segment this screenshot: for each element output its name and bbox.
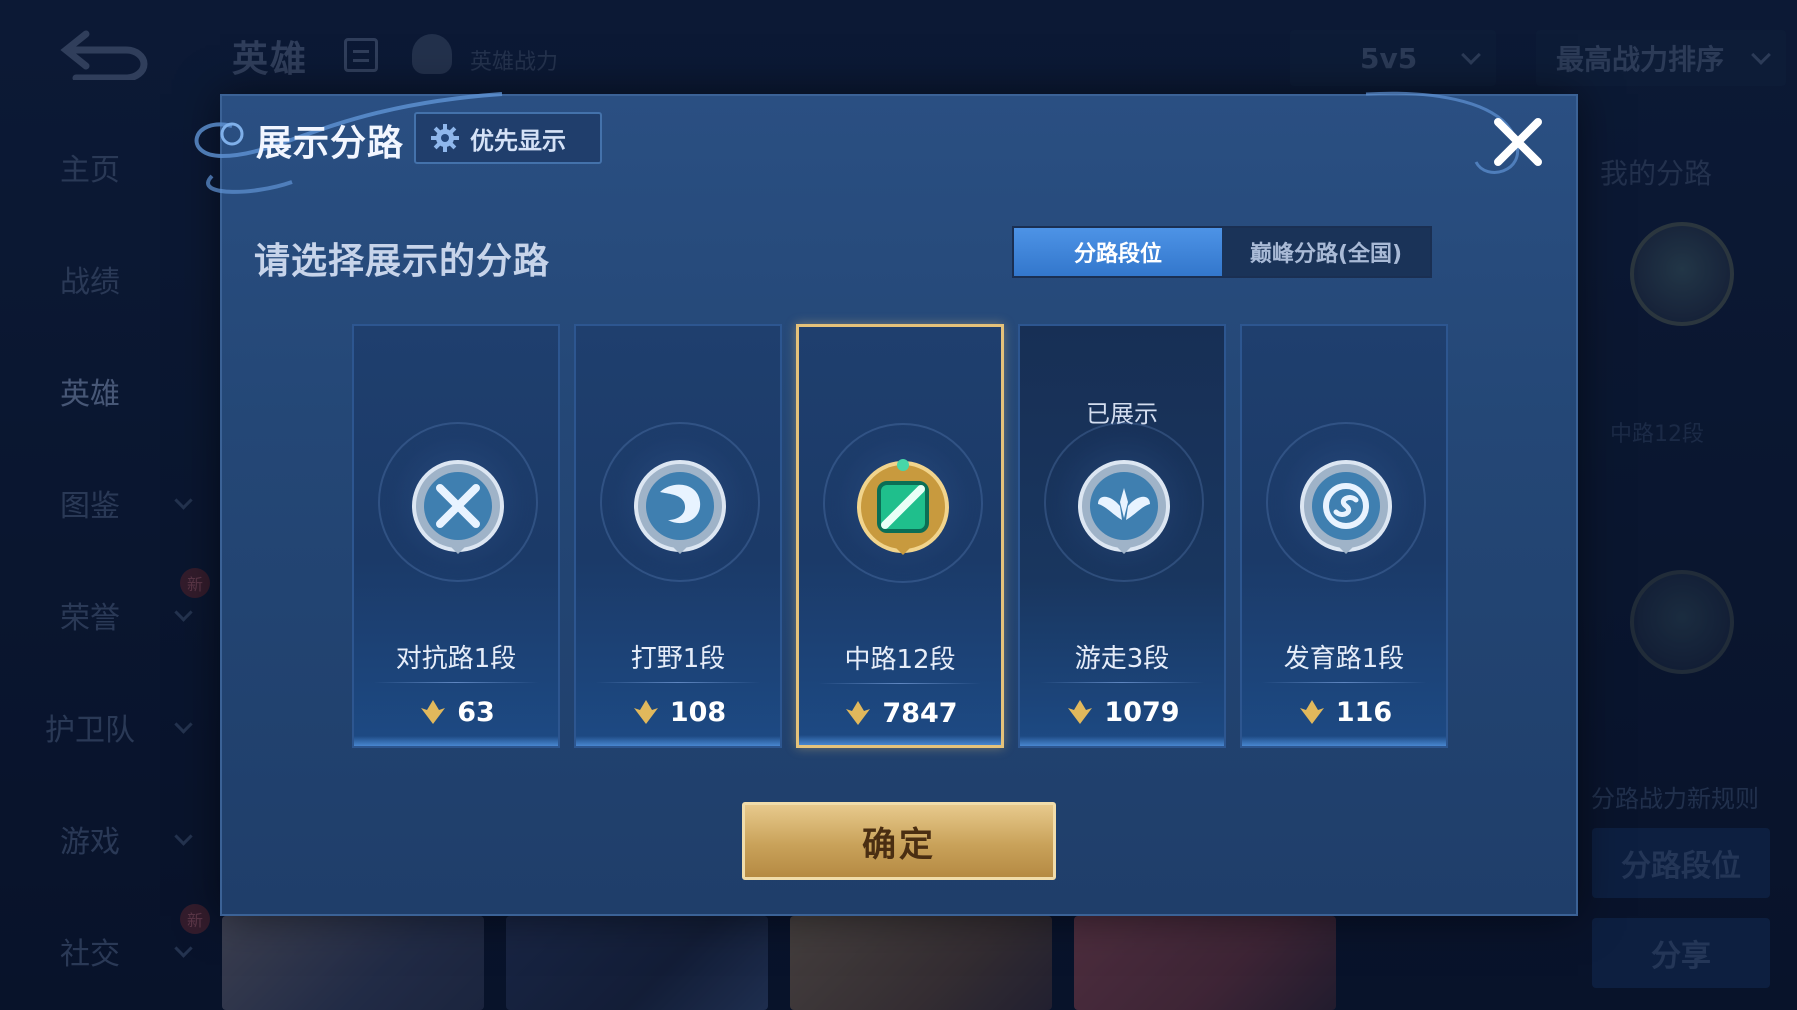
points-icon bbox=[633, 700, 658, 724]
lane-card-roam[interactable]: 已展示 游走3段 1079 bbox=[1018, 324, 1226, 748]
priority-display-label: 优先显示 bbox=[470, 126, 566, 155]
mid-lane-emblem-icon bbox=[857, 459, 949, 555]
card-glow bbox=[799, 735, 1001, 745]
card-glow bbox=[1020, 736, 1224, 746]
card-glow bbox=[354, 736, 558, 746]
card-glow bbox=[1242, 736, 1446, 746]
divider bbox=[1262, 682, 1426, 683]
points-icon bbox=[421, 700, 446, 724]
lane-card-clash[interactable]: 对抗路1段 63 bbox=[352, 324, 560, 748]
lane-card-list: 对抗路1段 63 打野1段 108 中路12段 7847 已展示 游走3段 10… bbox=[352, 324, 1448, 748]
lane-display-dialog: 展示分路 优先显示 请选择展示的分路 分路段位 巅峰分路(全国) 对抗路1段 6… bbox=[194, 91, 1578, 916]
lane-points: 116 bbox=[1242, 696, 1446, 728]
divider bbox=[1040, 682, 1204, 683]
lane-type-tabs: 分路段位 巅峰分路(全国) bbox=[1012, 226, 1432, 278]
dialog-title: 展示分路 bbox=[256, 123, 405, 164]
roam-wings-emblem-icon bbox=[1078, 460, 1170, 554]
lane-name: 打野1段 bbox=[630, 644, 726, 674]
dialog-subtitle: 请选择展示的分路 bbox=[254, 241, 551, 282]
lane-points: 108 bbox=[576, 696, 780, 728]
divider bbox=[374, 682, 538, 683]
tab-lane-rank[interactable]: 分路段位 bbox=[1014, 228, 1222, 276]
priority-display-button[interactable]: 优先显示 bbox=[414, 112, 602, 164]
lane-name: 游走3段 bbox=[1074, 644, 1170, 674]
farm-lane-emblem-icon bbox=[1300, 460, 1392, 554]
lane-card-jungle[interactable]: 打野1段 108 bbox=[574, 324, 782, 748]
lane-points-value: 63 bbox=[457, 696, 495, 728]
lane-points-value: 108 bbox=[669, 696, 727, 728]
confirm-button[interactable]: 确定 bbox=[742, 802, 1056, 880]
lane-points: 63 bbox=[354, 696, 558, 728]
gear-icon bbox=[431, 124, 459, 152]
lane-points: 7847 bbox=[799, 697, 1001, 729]
clash-lane-emblem-icon bbox=[412, 460, 504, 554]
card-glow bbox=[576, 736, 780, 746]
points-icon bbox=[1299, 700, 1324, 724]
lane-points-value: 116 bbox=[1335, 696, 1393, 728]
lane-points: 1079 bbox=[1020, 696, 1224, 728]
points-icon bbox=[1068, 700, 1093, 724]
points-icon bbox=[846, 701, 871, 725]
tab-peak-lane[interactable]: 巅峰分路(全国) bbox=[1222, 228, 1430, 276]
lane-card-mid[interactable]: 中路12段 7847 bbox=[796, 324, 1004, 748]
lane-name: 中路12段 bbox=[844, 645, 956, 675]
jungle-dragon-emblem-icon bbox=[634, 460, 726, 554]
lane-name: 对抗路1段 bbox=[395, 644, 517, 674]
lane-points-value: 7847 bbox=[882, 697, 958, 729]
lane-name: 发育路1段 bbox=[1283, 644, 1405, 674]
lane-card-farm[interactable]: 发育路1段 116 bbox=[1240, 324, 1448, 748]
divider bbox=[819, 683, 981, 684]
close-icon[interactable] bbox=[1490, 114, 1546, 170]
divider bbox=[596, 682, 760, 683]
lane-points-value: 1079 bbox=[1104, 696, 1180, 728]
